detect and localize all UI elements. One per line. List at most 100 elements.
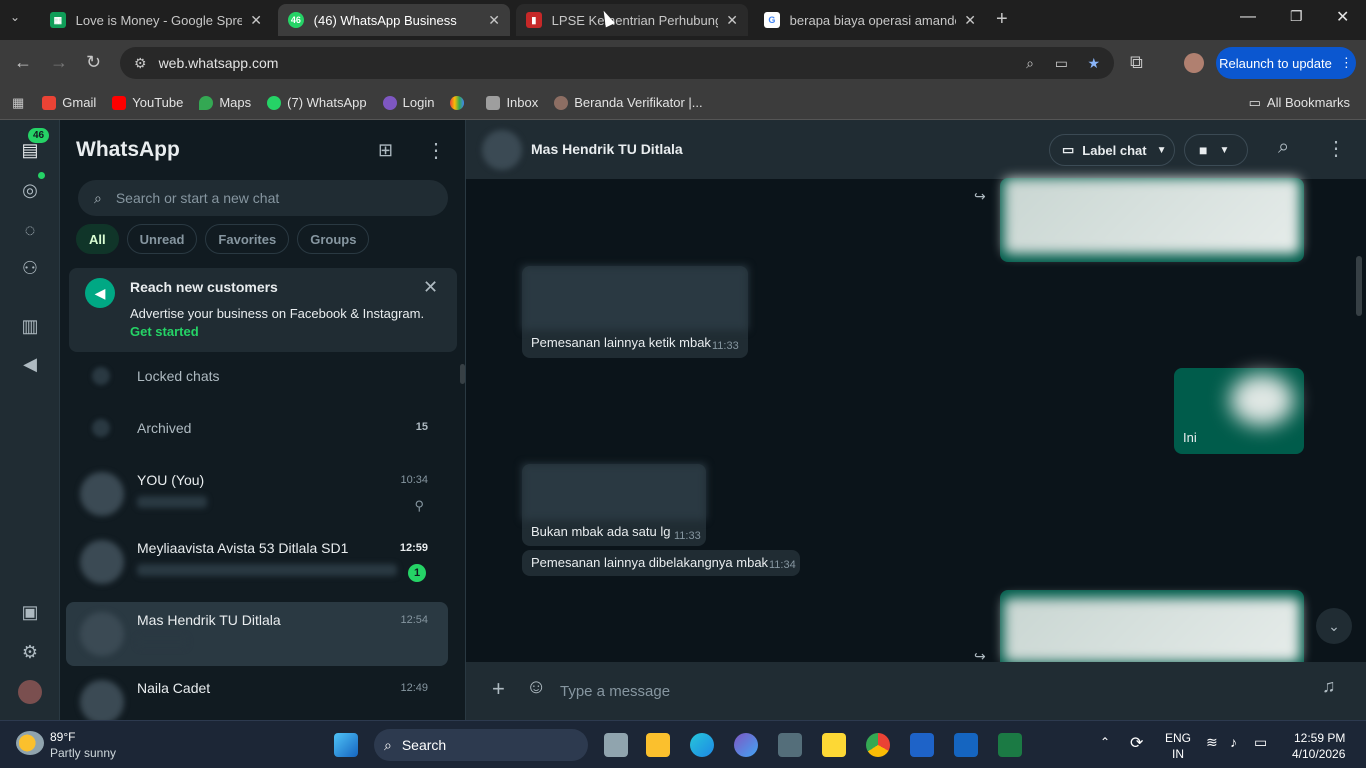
language-secondary[interactable]: IN <box>1172 747 1184 761</box>
taskbar-search[interactable]: ⌕ Search <box>374 729 588 761</box>
attach-icon[interactable]: + <box>492 676 505 702</box>
language-primary[interactable]: ENG <box>1165 731 1191 745</box>
profile-avatar[interactable] <box>1184 53 1204 73</box>
start-icon[interactable] <box>334 733 358 757</box>
chrome-icon[interactable] <box>866 733 890 757</box>
excel-icon[interactable] <box>998 733 1022 757</box>
chevron-up-icon[interactable]: ⌃ <box>1100 735 1110 749</box>
address-bar[interactable]: ⚙ web.whatsapp.com ⌕ ▭ ★ <box>120 47 1114 79</box>
chat-row-naila[interactable]: Naila Cadet 12:49 <box>66 670 448 724</box>
locked-chats-row[interactable]: Locked chats <box>66 352 448 402</box>
communities-icon[interactable]: ⚇ <box>18 256 42 280</box>
wifi-icon[interactable]: ≋ <box>1206 734 1218 751</box>
task-view-icon[interactable] <box>604 733 628 757</box>
zoom-icon[interactable]: ⌕ <box>1026 55 1034 72</box>
relaunch-button[interactable]: Relaunch to update ⋮ <box>1216 47 1356 79</box>
settings-icon[interactable]: ⚙ <box>18 640 42 664</box>
weather-icon[interactable] <box>16 731 44 755</box>
profile-avatar[interactable] <box>18 680 42 704</box>
channels-icon[interactable]: ◌ <box>18 218 42 242</box>
restore-button[interactable]: ❐ <box>1290 8 1303 25</box>
bookmark-whatsapp[interactable]: (7) WhatsApp <box>267 95 367 110</box>
close-icon[interactable]: ✕ <box>964 12 976 29</box>
close-window-button[interactable]: ✕ <box>1336 7 1349 27</box>
bookmark-youtube[interactable]: YouTube <box>112 95 183 110</box>
file-explorer-icon[interactable] <box>646 733 670 757</box>
catalog-icon[interactable]: ▥ <box>18 314 42 338</box>
camera-icon[interactable] <box>778 733 802 757</box>
reload-icon[interactable]: ↻ <box>86 52 101 73</box>
chat-list-scrollbar[interactable] <box>460 364 465 384</box>
volume-icon[interactable]: ♪ <box>1230 734 1237 750</box>
scroll-down-button[interactable]: ⌄ <box>1316 608 1352 644</box>
contact-avatar[interactable] <box>482 130 522 170</box>
conversation-scrollbar[interactable] <box>1356 256 1362 316</box>
forward-icon[interactable]: ↪ <box>974 188 986 205</box>
locked-label: Locked chats <box>137 368 220 384</box>
search-input[interactable]: ⌕ Search or start a new chat <box>78 180 448 216</box>
microphone-icon[interactable]: ♫ <box>1322 676 1336 697</box>
chat-row-meyliaavista[interactable]: Meyliaavista Avista 53 Ditlala SD1 12:59… <box>66 530 448 594</box>
minimize-button[interactable]: — <box>1240 8 1256 26</box>
all-bookmarks[interactable]: ▭ All Bookmarks <box>1249 95 1350 111</box>
promo-cta[interactable]: Get started <box>130 324 199 339</box>
chat-row-mas-hendrik[interactable]: Mas Hendrik TU Ditlala 12:54 <box>66 602 448 666</box>
tab-whatsapp[interactable]: 46 (46) WhatsApp Business ✕ <box>278 4 510 36</box>
image-message[interactable] <box>1000 590 1304 662</box>
tab-google-search[interactable]: G berapa biaya operasi amandel - ✕ <box>754 4 986 36</box>
edge-icon[interactable] <box>690 733 714 757</box>
image-message[interactable] <box>1000 178 1304 262</box>
install-icon[interactable]: ▭ <box>1055 55 1068 72</box>
chip-favorites[interactable]: Favorites <box>205 224 290 254</box>
battery-icon[interactable]: ▭ <box>1254 734 1267 751</box>
close-icon[interactable]: ✕ <box>423 277 438 298</box>
apps-icon[interactable]: ▦ <box>12 95 24 111</box>
bookmark-maps[interactable]: Maps <box>199 95 251 110</box>
status-icon[interactable]: ◎ <box>18 178 42 202</box>
new-tab-button[interactable]: + <box>996 8 1008 31</box>
emoji-icon[interactable]: ☺ <box>526 676 546 699</box>
forward-icon[interactable]: → <box>50 52 68 73</box>
bookmark-inbox[interactable]: Inbox <box>486 95 538 110</box>
close-icon[interactable]: ✕ <box>488 12 500 29</box>
calculator-icon[interactable] <box>954 733 978 757</box>
image-message-out[interactable]: Ini <box>1174 368 1304 454</box>
chip-all[interactable]: All <box>76 224 119 254</box>
close-icon[interactable]: ✕ <box>726 12 738 29</box>
chip-groups[interactable]: Groups <box>297 224 370 254</box>
tab-search-button[interactable]: ⌄ <box>10 10 30 30</box>
media-icon[interactable]: ▣ <box>18 600 42 624</box>
contact-name[interactable]: Mas Hendrik TU Ditlala <box>531 141 683 157</box>
tab-lpse[interactable]: ▮ LPSE Kementrian Perhubungan ✕ <box>516 4 748 36</box>
sticky-notes-icon[interactable] <box>822 733 846 757</box>
bookmark-verifikator[interactable]: Beranda Verifikator |... <box>554 95 703 110</box>
bookmark-star-icon[interactable]: ★ <box>1087 55 1100 72</box>
site-info-icon[interactable]: ⚙ <box>134 55 147 72</box>
archived-row[interactable]: Archived 15 <box>66 404 448 454</box>
new-chat-icon[interactable]: ⊞ <box>378 140 393 161</box>
bookmark-login[interactable]: Login <box>382 95 434 110</box>
image-message-in[interactable]: Bukan mbak ada satu lg 11:33 <box>522 464 706 546</box>
search-icon[interactable]: ⌕ <box>1278 136 1289 159</box>
chip-unread[interactable]: Unread <box>126 224 198 254</box>
tab-spreadsheet[interactable]: ▦ Love is Money - Google Spread ✕ <box>40 4 272 36</box>
clock-date[interactable]: 4/10/2026 <box>1292 747 1345 761</box>
image-message-in[interactable]: Pemesanan lainnya ketik mbak 11:33 <box>522 266 748 358</box>
close-icon[interactable]: ✕ <box>250 12 262 29</box>
back-icon[interactable]: ← <box>14 52 32 73</box>
clock-time[interactable]: 12:59 PM <box>1294 731 1345 745</box>
chat-row-you[interactable]: YOU (You) 10:34 ⚲ <box>66 462 448 526</box>
label-chat-button[interactable]: ▭ Label chat ▼ <box>1049 134 1175 166</box>
word-icon[interactable] <box>910 733 934 757</box>
copilot-icon[interactable] <box>734 733 758 757</box>
video-call-button[interactable]: ■ ▼ <box>1184 134 1248 166</box>
sync-icon[interactable]: ⟳ <box>1130 733 1143 753</box>
bookmark-gmail[interactable]: Gmail <box>42 95 96 110</box>
menu-icon[interactable]: ⋮ <box>1326 136 1346 161</box>
ads-icon[interactable]: ◀ <box>18 352 42 376</box>
menu-icon[interactable]: ⋮ <box>426 138 446 163</box>
bookmark-photos[interactable] <box>450 95 470 110</box>
extensions-icon[interactable]: ⧉ <box>1130 52 1143 73</box>
text-message[interactable]: Pemesanan lainnya dibelakangnya mbak 11:… <box>522 550 800 576</box>
message-input[interactable]: Type a message <box>552 672 1310 710</box>
